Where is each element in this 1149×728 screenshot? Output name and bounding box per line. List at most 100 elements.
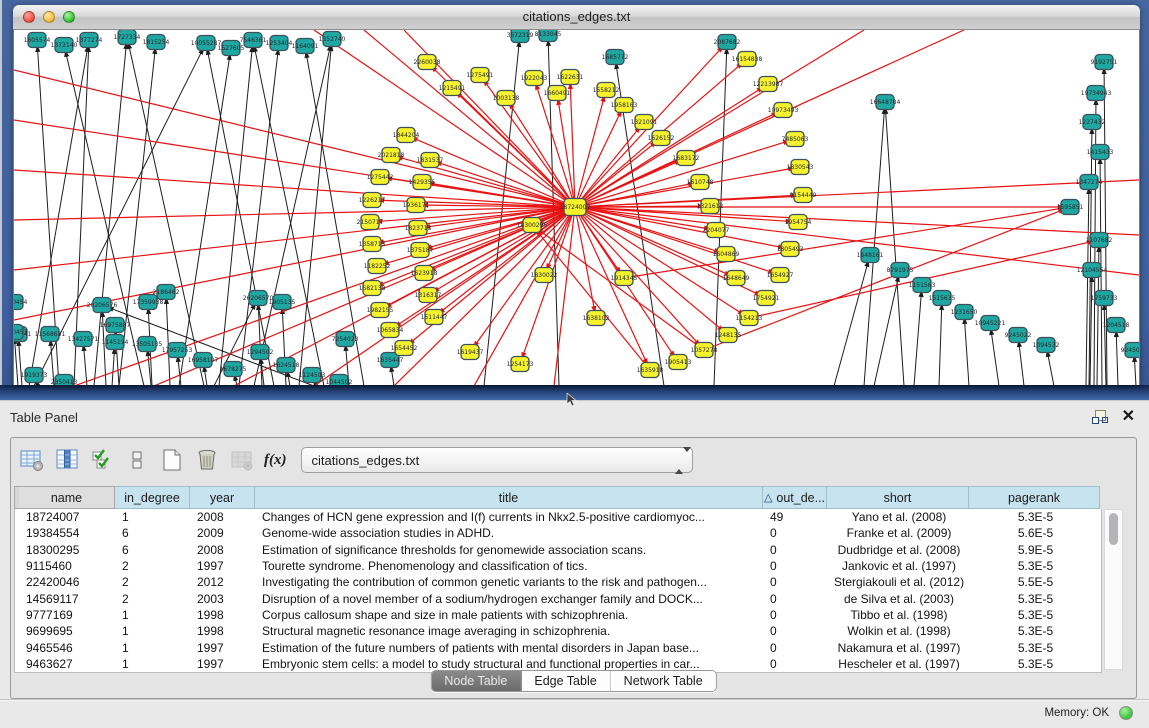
row-height-icon[interactable] [124,447,150,473]
scrollbar-thumb[interactable] [1109,513,1118,545]
tab-network-table[interactable]: Network Table [611,671,716,691]
network-graph-canvas[interactable]: 1872400716055741372140137727417273341815… [13,30,1140,385]
graph-edge[interactable] [179,58,229,385]
table-cell: 9699695 [20,624,116,638]
graph-node-label: 1215491 [439,85,466,92]
graph-node-label: 1094532 [1033,342,1060,349]
column-header-short[interactable]: short [827,486,969,509]
graph-edge[interactable] [939,308,942,385]
table-cell: Estimation of significance thresholds fo… [256,543,764,557]
table-cell: Franke et al. (2009) [828,526,970,540]
table-row[interactable]: 946554611997Estimation of the future num… [15,639,1101,655]
graph-edge[interactable] [84,349,87,385]
graph-edge[interactable] [886,112,904,385]
graph-edge[interactable] [14,207,575,270]
memory-ok-icon[interactable] [1119,706,1133,720]
table-row[interactable]: 2242004622012Investigating the contribut… [15,574,1101,590]
graph-edge[interactable] [205,370,207,385]
graph-node-label: 10945221 [975,320,1006,327]
select-columns-icon[interactable] [89,447,115,473]
graph-edge[interactable] [364,30,575,207]
graph-node-label: 1003138 [493,95,520,102]
graph-edge[interactable] [1086,192,1089,385]
graph-edge[interactable] [15,342,18,385]
graph-edge[interactable] [314,30,575,207]
graph-edge[interactable] [704,211,1061,350]
graph-node-label: 11568631 [35,331,66,338]
float-panel-icon[interactable] [1092,409,1108,425]
graph-edge[interactable] [112,352,114,385]
table-cell: 5.3E-5 [970,657,1101,671]
create-column-icon[interactable] [159,447,185,473]
graph-node-label: 1352740 [319,36,346,43]
graph-node-label: 1248135 [715,332,742,339]
column-header-title[interactable]: title [255,486,763,509]
table-row[interactable]: 1938455462009Genome-wide association stu… [15,525,1101,541]
graph-edge[interactable] [554,207,575,385]
graph-edge[interactable] [1019,345,1024,385]
graph-edge[interactable] [1135,360,1136,385]
window-titlebar[interactable]: citations_edges.txt [13,5,1140,30]
column-header-name[interactable]: name [19,486,115,509]
graph-node-label: 1558212 [593,87,620,94]
graph-edge[interactable] [299,49,331,385]
table-cell: 5.3E-5 [970,608,1101,622]
table-row[interactable]: 1456911722003Disruption of a novel membe… [15,590,1101,606]
graph-node-label: 3572319 [507,32,534,39]
tab-node-table[interactable]: Node Table [431,671,521,691]
graph-edge[interactable] [219,50,252,385]
graph-edge[interactable] [834,265,867,385]
table-cell: 2008 [191,510,256,524]
graph-edge[interactable] [575,207,716,251]
graph-node-label: 1919373 [21,372,48,379]
table-cell: 5.3E-5 [970,624,1101,638]
table-row[interactable]: 1830029562008Estimation of significance … [15,542,1101,558]
column-header-year[interactable]: year [190,486,255,509]
table-row[interactable]: 911546021997Tourette syndrome. Phenomeno… [15,558,1101,574]
graph-node-label: 17359938 [133,299,164,306]
show-columns-icon[interactable] [54,447,80,473]
graph-edge[interactable] [430,207,575,247]
table-cell: 9115460 [20,559,116,573]
graph-edge[interactable] [991,333,999,385]
table-header-row: namein_degreeyeartitle△out_de...shortpag… [14,486,1134,509]
column-header-out-de-[interactable]: △out_de... [763,486,827,509]
graph-node-label: 1622631 [557,74,584,81]
graph-edge[interactable] [914,295,921,385]
column-header-pagerank[interactable]: pagerank [969,486,1100,509]
graph-edge[interactable] [392,370,394,385]
graph-node-label: 1830543 [787,164,814,171]
graph-edge[interactable] [440,163,575,207]
graph-node-label: 9154449 [790,192,817,199]
graph-edge[interactable] [1104,308,1106,385]
graph-edge[interactable] [538,233,650,370]
graph-node-label: 13505135 [132,341,163,348]
close-panel-icon[interactable]: ✕ [1122,409,1135,425]
graph-node-label: 2350413 [51,379,78,385]
graph-edge[interactable] [965,322,969,385]
graph-edge[interactable] [624,209,1060,278]
table-cell: 9465546 [20,641,116,655]
graph-node-label: 7546361 [240,37,267,44]
tab-edge-table[interactable]: Edge Table [521,671,610,691]
table-mode-icon[interactable] [19,447,45,473]
graph-node-label: 20206576 [87,302,118,309]
delete-columns-icon[interactable] [194,447,220,473]
table-cell: Changes of HCN gene expression and I(f) … [256,510,764,524]
graph-node-label: 1231650 [951,309,978,316]
table-row[interactable]: 977716911998Corpus callosum shape and si… [15,607,1101,623]
function-builder-icon[interactable]: f(x) [264,452,287,469]
graph-edge[interactable] [1048,355,1054,385]
table-selector-dropdown[interactable]: citations_edges.txt [301,447,693,473]
table-vertical-scrollbar[interactable] [1104,509,1123,670]
table-row[interactable]: 1872400712008Changes of HCN gene express… [15,509,1101,525]
graph-node-label: 9192751 [1091,59,1118,66]
column-header-in-degree[interactable]: in_degree [115,486,190,509]
graph-node-label: 1347274 [1076,179,1103,186]
graph-edge[interactable] [874,280,898,385]
graph-edge[interactable] [575,162,677,207]
graph-edge[interactable] [1116,335,1118,385]
table-row[interactable]: 969969511998Structural magnetic resonanc… [15,623,1101,639]
graph-edge[interactable] [575,207,788,221]
table-cell: 1 [116,641,191,655]
